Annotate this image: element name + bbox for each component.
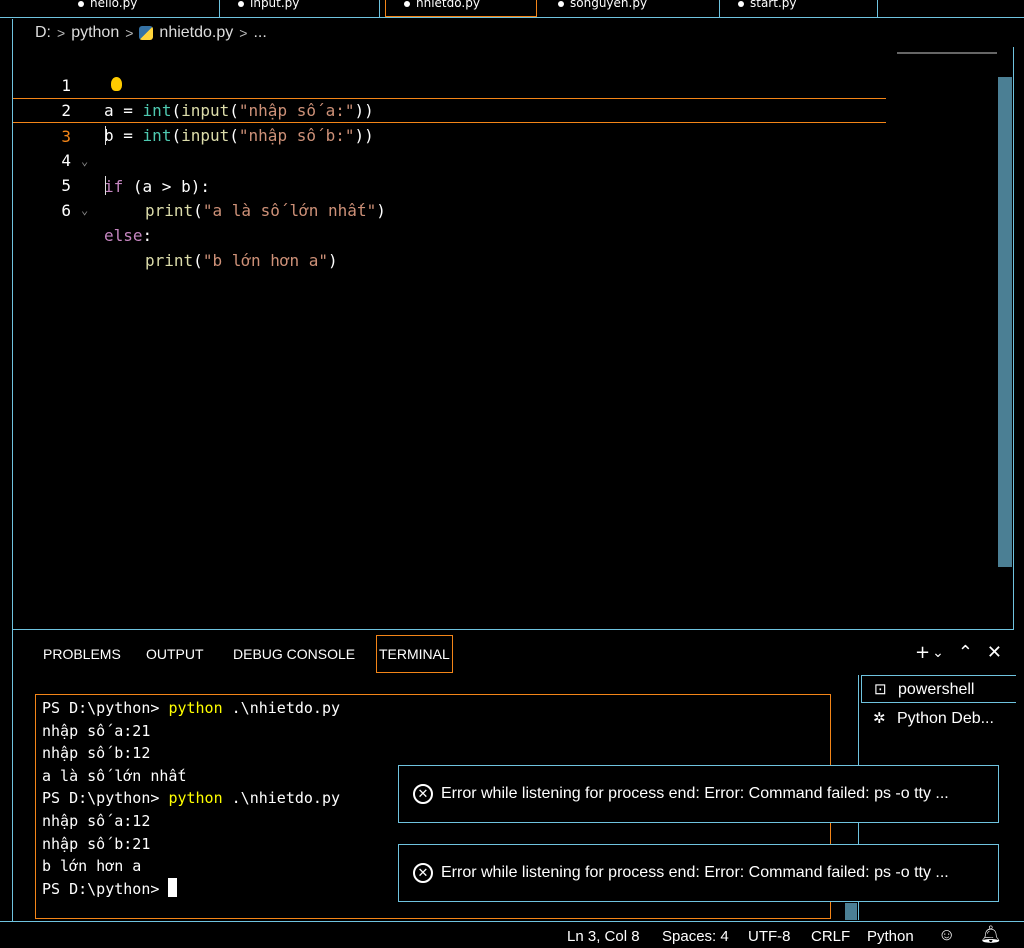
status-bar: Ln 3, Col 8 Spaces: 4 UTF-8 CRLF Python … [0,921,1024,948]
editor-border [1013,47,1014,629]
breadcrumb-file[interactable]: nhietdo.py [159,24,233,42]
breadcrumb-drive[interactable]: D: [35,24,51,42]
tab-output[interactable]: OUTPUT [144,642,206,670]
editor-tab-bar: hello.py input.py nhietdo.py songuyen.py… [0,0,1024,18]
terminal-instance-python-debug[interactable]: ✲ Python Deb... [861,705,1016,733]
status-indentation[interactable]: Spaces: 4 [662,928,729,945]
tab-hello-py[interactable]: hello.py [60,0,220,17]
status-encoding[interactable]: UTF-8 [748,928,791,945]
terminal-line: PS D:\python> python .\nhietdo.py [42,699,341,717]
code-line[interactable]: 4 print("a là số lớn nhất") [13,123,893,220]
python-file-icon [139,26,154,40]
editor-scrollbar[interactable] [998,47,1013,629]
line-number: 6 [61,201,71,220]
code-text: print("a là số lớn nhất") [145,201,386,220]
terminal-line: nhập số a:21 [42,721,151,740]
dirty-dot-icon [404,0,410,7]
tab-debug-console[interactable]: DEBUG CONSOLE [231,642,357,670]
dirty-dot-icon [238,0,244,7]
breadcrumb-folder[interactable]: python [71,24,119,42]
error-notification[interactable]: ✕ Error while listening for process end:… [398,844,999,902]
panel-actions: + ⌄ ⌃ ✕ [915,642,1002,663]
error-icon: ✕ [413,863,433,883]
dirty-dot-icon [78,0,84,7]
lightbulb-icon[interactable] [111,77,122,91]
chevron-right-icon: > [125,25,134,41]
error-icon: ✕ [413,784,433,804]
breadcrumb: D: > python > nhietdo.py > ... [12,19,1014,47]
notifications-bell-icon[interactable]: 🔔︎ [980,925,1002,945]
terminal-instance-powershell[interactable]: ⊡ powershell [861,675,1016,703]
chevron-right-icon: > [239,25,248,41]
dirty-dot-icon [558,0,564,7]
breadcrumb-symbols[interactable]: ... [253,24,266,42]
code-text: print("b lớn hơn a") [145,251,338,270]
dirty-dot-icon [738,0,744,7]
editor-scrollbar-thumb[interactable] [998,77,1012,567]
code-line[interactable]: 6 print("b lớn hơn a") [13,173,893,270]
minimap-slider[interactable] [897,52,997,54]
terminal-icon: ⊡ [874,681,887,698]
code-line-current[interactable]: 3 ⌄ if (a > b): [13,98,886,196]
code-line[interactable]: 2 b = int(input("nhập số b:")) [13,73,893,145]
chevron-down-icon[interactable]: ⌄ [932,645,944,663]
minimap[interactable] [897,47,997,67]
code-editor[interactable]: 1 a = int(input("nhập số a:")) 2 b = int… [12,47,1014,629]
terminal-cursor [168,877,178,897]
status-eol[interactable]: CRLF [811,928,850,945]
tab-songuyen-py[interactable]: songuyen.py [540,0,720,17]
chevron-right-icon: > [57,25,66,41]
status-language-mode[interactable]: Python [867,928,914,945]
tab-problems[interactable]: PROBLEMS [41,642,123,670]
tab-input-py[interactable]: input.py [220,0,380,17]
tab-nhietdo-py[interactable]: nhietdo.py [385,0,537,17]
fold-chevron-icon[interactable]: ⌄ [81,198,88,223]
indent-guide [105,176,106,195]
code-line[interactable]: 1 a = int(input("nhập số a:")) [13,48,893,120]
terminal-line: nhập số b:12 [42,744,151,763]
debug-icon: ✲ [873,710,886,727]
tab-start-py[interactable]: start.py [720,0,878,17]
indent-guide [105,126,106,145]
tab-terminal[interactable]: TERMINAL [376,635,453,673]
code-line[interactable]: 5 ⌄ else: [13,148,893,245]
new-terminal-icon[interactable]: + [915,642,930,663]
close-panel-icon[interactable]: ✕ [987,642,1002,663]
status-cursor-position[interactable]: Ln 3, Col 8 [567,928,640,945]
error-notification[interactable]: ✕ Error while listening for process end:… [398,765,999,823]
code-text: else: [104,226,153,245]
maximize-panel-icon[interactable]: ⌃ [958,642,973,663]
feedback-icon[interactable]: ☺ [938,925,955,945]
terminal-scrollbar-thumb[interactable] [845,903,857,920]
